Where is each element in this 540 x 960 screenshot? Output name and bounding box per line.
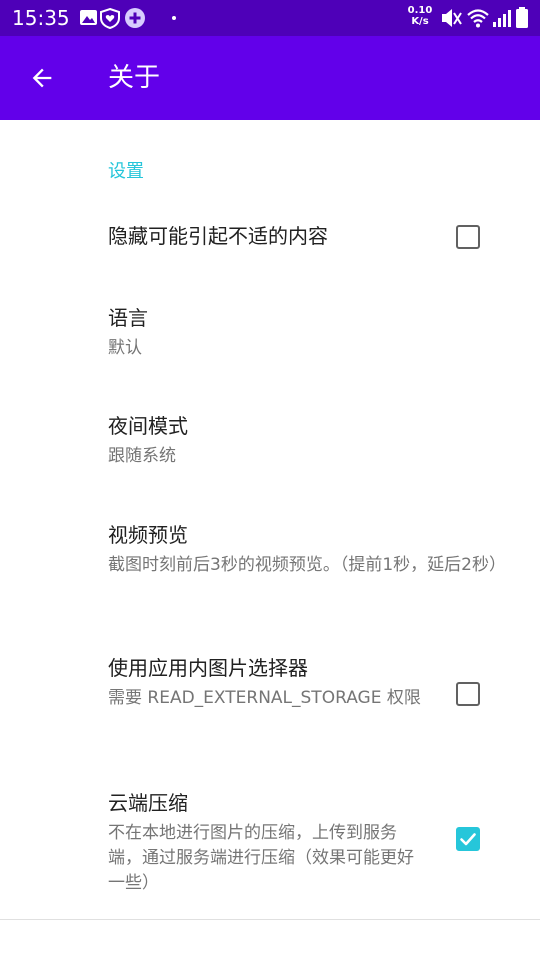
hide-content-checkbox[interactable]	[456, 225, 480, 249]
status-bar: 15:35 0.10 K/s	[0, 0, 540, 36]
page-title: 关于	[108, 63, 161, 93]
cloud-compression-checkbox[interactable]	[456, 827, 480, 851]
status-time: 15:35	[12, 6, 70, 30]
back-button[interactable]	[18, 54, 66, 102]
pref-title: 语言	[108, 306, 148, 330]
arrow-left-icon	[32, 68, 52, 88]
pref-hide-sensitive-content[interactable]: 隐藏可能引起不适的内容	[0, 204, 540, 270]
pref-title: 夜间模式	[108, 414, 188, 438]
plus-circle-icon	[125, 8, 145, 28]
gallery-icon	[80, 10, 97, 25]
battery-icon	[516, 7, 528, 28]
signal-icon	[493, 10, 511, 27]
pref-night-mode[interactable]: 夜间模式 跟随系统	[0, 398, 540, 488]
wifi-icon	[467, 9, 489, 28]
pref-title: 云端压缩	[108, 791, 188, 815]
pref-video-preview[interactable]: 视频预览 截图时刻前后3秒的视频预览。（提前1秒，延后2秒）	[0, 507, 540, 617]
network-speed-unit: K/s	[411, 16, 429, 27]
pref-summary: 不在本地进行图片的压缩，上传到服务端，通过服务端进行压缩（效果可能更好一些）	[108, 823, 414, 893]
section-title-settings: 设置	[108, 161, 144, 182]
status-left-icons	[78, 6, 178, 30]
pref-cloud-compression[interactable]: 云端压缩 不在本地进行图片的压缩，上传到服务端，通过服务端进行压缩（效果可能更好…	[0, 775, 540, 905]
status-right-icons	[440, 4, 530, 32]
pref-summary: 跟随系统	[108, 446, 176, 466]
pref-summary: 截图时刻前后3秒的视频预览。（提前1秒，延后2秒）	[108, 555, 506, 575]
pref-language[interactable]: 语言 默认	[0, 290, 540, 380]
pref-title: 视频预览	[108, 523, 188, 547]
shield-heart-icon	[100, 7, 120, 30]
network-speed: 0.10 K/s	[405, 5, 435, 27]
app-bar: 关于	[0, 36, 540, 120]
mute-icon	[442, 9, 462, 27]
pref-title: 使用应用内图片选择器	[108, 656, 308, 680]
pref-in-app-image-picker[interactable]: 使用应用内图片选择器 需要 READ_EXTERNAL_STORAGE 权限	[0, 640, 540, 750]
pref-summary: 默认	[108, 338, 142, 358]
divider	[0, 919, 540, 920]
pref-summary: 需要 READ_EXTERNAL_STORAGE 权限	[108, 688, 421, 708]
network-speed-value: 0.10	[407, 5, 433, 16]
dot-icon	[172, 16, 176, 20]
image-picker-checkbox[interactable]	[456, 682, 480, 706]
pref-title: 隐藏可能引起不适的内容	[108, 224, 328, 248]
check-icon	[460, 833, 476, 846]
